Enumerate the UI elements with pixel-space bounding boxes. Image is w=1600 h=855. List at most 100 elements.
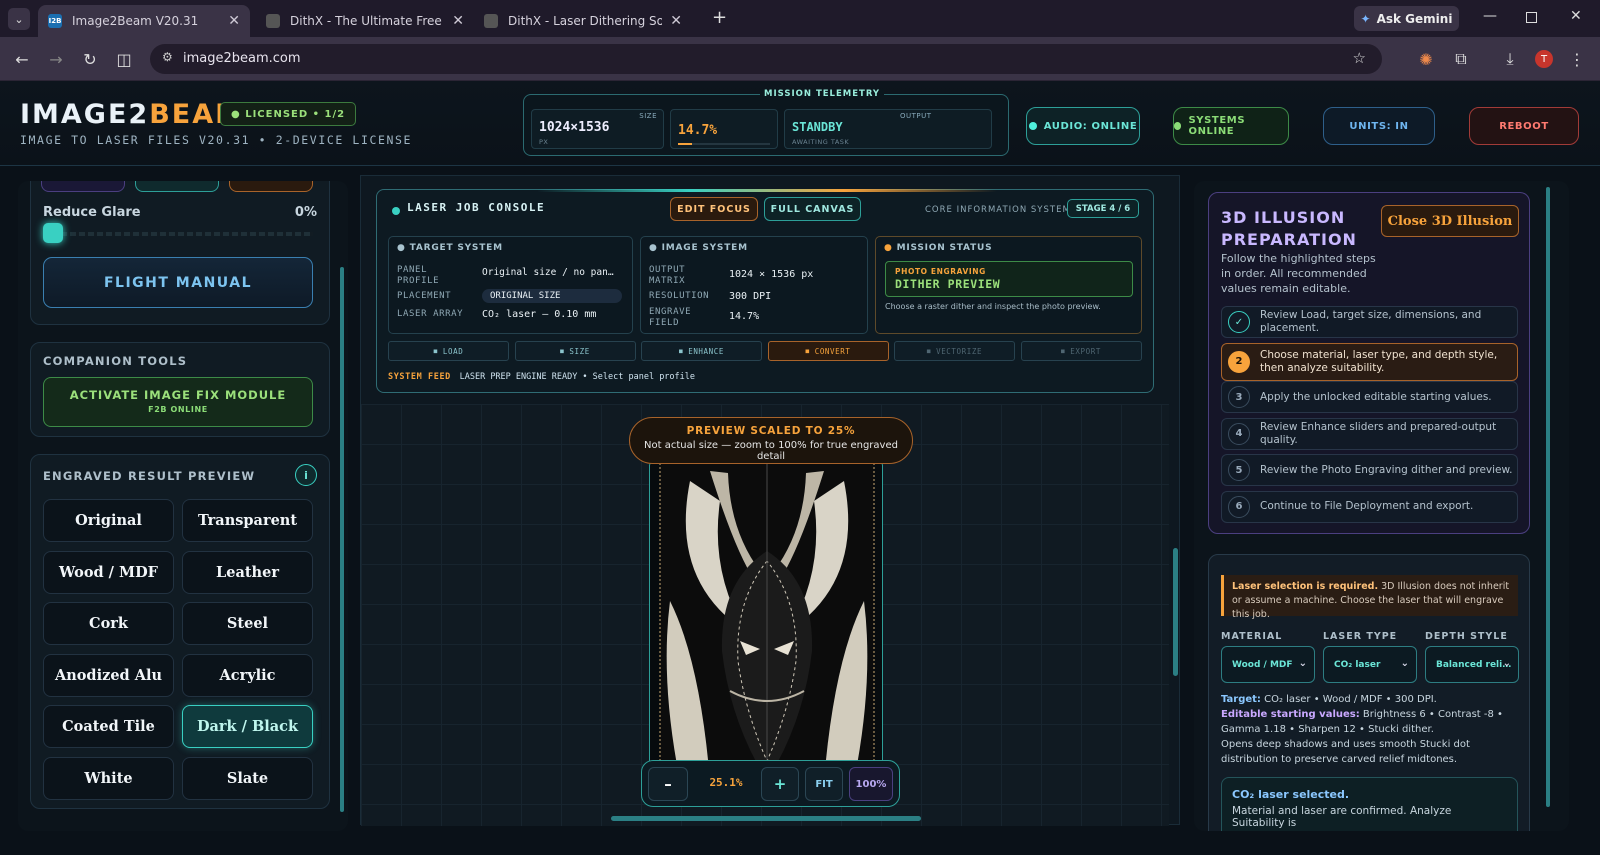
- step-text: Continue to File Deployment and export.: [1260, 500, 1474, 512]
- site-info-icon[interactable]: ⚙: [162, 50, 173, 64]
- material-option-transparent[interactable]: Transparent: [182, 499, 313, 542]
- download-icon[interactable]: ⤓: [1498, 47, 1522, 71]
- stage-vectorize[interactable]: ■ VECTORIZE: [894, 341, 1015, 361]
- extensions-puzzle-icon[interactable]: ⧉: [1449, 47, 1473, 71]
- editable-label: Editable starting values:: [1221, 709, 1360, 720]
- depth-style-select[interactable]: Balanced reli… ⌄: [1425, 646, 1519, 683]
- engraved-preview-title: ENGRAVED RESULT PREVIEW: [43, 469, 256, 483]
- feed-label: SYSTEM FEED: [388, 372, 451, 382]
- laser-type-select[interactable]: CO₂ laser ⌄: [1323, 646, 1417, 683]
- info-icon[interactable]: i: [295, 464, 317, 486]
- material-option-acrylic[interactable]: Acrylic: [182, 653, 313, 697]
- stage-export[interactable]: ■ EXPORT: [1020, 341, 1142, 361]
- material-option-anodized-alu[interactable]: Anodized Alu: [43, 653, 174, 697]
- image2beam-favicon-icon: I2B: [48, 14, 62, 28]
- tab-search-button[interactable]: ⌄: [8, 8, 30, 30]
- material-option-original[interactable]: Original: [43, 499, 174, 542]
- maximize-window-icon[interactable]: [1526, 12, 1537, 23]
- edit-focus-button[interactable]: EDIT FOCUS: [670, 197, 758, 221]
- menu-kebab-icon[interactable]: ⋮: [1565, 47, 1589, 71]
- mission-main: DITHER PREVIEW: [895, 277, 1001, 291]
- illusion-step-6[interactable]: 6 Continue to File Deployment and export.: [1221, 490, 1518, 523]
- material-option-slate[interactable]: Slate: [182, 756, 313, 800]
- co2-title: CO₂ laser selected.: [1232, 788, 1350, 801]
- material-option-cork[interactable]: Cork: [43, 602, 174, 645]
- stage-load[interactable]: ■ LOAD: [388, 341, 509, 361]
- preview-scaled-banner: PREVIEW SCALED TO 25% Not actual size — …: [629, 417, 913, 464]
- laser-selection-panel: Laser selection is required. 3D Illusion…: [1208, 554, 1530, 831]
- tool-tab-2[interactable]: [135, 181, 219, 192]
- extension-sun-icon[interactable]: ✺: [1414, 47, 1438, 71]
- material-option-coated-tile[interactable]: Coated Tile: [43, 705, 174, 748]
- audio-status-button[interactable]: AUDIO: ONLINE: [1026, 107, 1140, 145]
- laser-array-value: CO₂ laser — 0.10 mm: [482, 309, 597, 320]
- illusion-step-5[interactable]: 5 Review the Photo Engraving dither and p…: [1221, 454, 1518, 486]
- split-view-icon[interactable]: ◫: [112, 47, 136, 71]
- canvas-horizontal-scrollbar[interactable]: [611, 816, 921, 821]
- reduce-glare-thumb[interactable]: [43, 223, 63, 243]
- material-option-dark-black[interactable]: Dark / Black: [182, 705, 313, 748]
- material-option-steel[interactable]: Steel: [182, 602, 313, 645]
- minimize-window-icon[interactable]: —: [1483, 8, 1497, 24]
- scaled-title: PREVIEW SCALED TO 25%: [686, 425, 856, 437]
- illusion-step-4[interactable]: 4 Review Enhance sliders and prepared-out…: [1221, 417, 1518, 450]
- back-icon[interactable]: ←: [10, 47, 34, 71]
- ask-gemini-button[interactable]: ✦ Ask Gemini: [1354, 6, 1459, 31]
- tab-image2beam[interactable]: I2B Image2Beam V20.31 ✕: [38, 5, 250, 37]
- stage-size[interactable]: ■ SIZE: [514, 341, 636, 361]
- address-bar[interactable]: ⚙ image2beam.com ☆: [150, 44, 1382, 74]
- zoom-in-button[interactable]: +: [761, 767, 799, 801]
- material-option-leather[interactable]: Leather: [182, 550, 313, 594]
- material-select[interactable]: Wood / MDF ⌄: [1221, 646, 1315, 683]
- bookmark-star-icon[interactable]: ☆: [1353, 49, 1366, 67]
- stage-enhance[interactable]: ■ ENHANCE: [641, 341, 762, 361]
- illusion-prep-panel: 3D ILLUSION PREPARATION Close 3D Illusio…: [1208, 192, 1530, 534]
- material-option-wood-mdf[interactable]: Wood / MDF: [43, 550, 174, 594]
- tool-tab-1[interactable]: [41, 181, 125, 192]
- tab-title: DithX - The Ultimate Free Laser: [290, 14, 444, 28]
- new-tab-icon[interactable]: +: [712, 7, 727, 28]
- profile-avatar[interactable]: T: [1535, 50, 1553, 68]
- right-scrollbar[interactable]: [1546, 187, 1550, 807]
- illusion-step-1[interactable]: ✓ Review Load, target size, dimensions, a…: [1221, 306, 1518, 338]
- units-button[interactable]: UNITS: IN: [1323, 107, 1435, 145]
- close-tab-icon[interactable]: ✕: [228, 13, 240, 29]
- zoom-out-button[interactable]: –: [648, 767, 688, 801]
- reduce-glare-slider[interactable]: [43, 232, 313, 236]
- material-option-white[interactable]: White: [43, 756, 174, 800]
- reboot-button[interactable]: REBOOT: [1469, 107, 1579, 145]
- step-number: 5: [1228, 459, 1250, 481]
- close-tab-icon[interactable]: ✕: [452, 13, 464, 29]
- stage-label: ENHANCE: [688, 346, 725, 356]
- forward-icon[interactable]: →: [44, 47, 68, 71]
- zoom-100-button[interactable]: 100%: [849, 767, 893, 801]
- tab-dithx-2[interactable]: DithX - Laser Dithering Software ✕: [474, 5, 692, 37]
- feed-text: LASER PREP ENGINE READY • Select panel p…: [459, 372, 696, 382]
- illusion-step-3[interactable]: 3 Apply the unlocked editable starting va…: [1221, 381, 1518, 413]
- close-window-icon[interactable]: ✕: [1570, 8, 1582, 24]
- full-canvas-button[interactable]: FULL CANVAS: [764, 197, 861, 221]
- laser-type-heading: LASER TYPE: [1323, 631, 1398, 642]
- flight-manual-button[interactable]: FLIGHT MANUAL: [43, 257, 313, 308]
- stage-label: EXPORT: [1070, 346, 1101, 356]
- zoom-fit-button[interactable]: FIT: [805, 767, 843, 801]
- stage-convert[interactable]: ■ CONVERT: [767, 341, 889, 361]
- illusion-step-2[interactable]: 2 Choose material, laser type, and depth …: [1221, 342, 1518, 381]
- canvas-vertical-scrollbar[interactable]: [1173, 548, 1178, 676]
- activate-sub: F2B ONLINE: [148, 405, 208, 414]
- left-scrollbar[interactable]: [340, 267, 344, 812]
- reload-icon[interactable]: ↻: [78, 47, 102, 71]
- tab-dithx-1[interactable]: DithX - The Ultimate Free Laser ✕: [256, 5, 474, 37]
- step-text: Review the Photo Engraving dither and pr…: [1260, 463, 1513, 476]
- progress-value: 14.7%: [678, 123, 718, 138]
- telemetry-size: SIZE 1024×1536 PX: [531, 109, 664, 149]
- close-3d-illusion-button[interactable]: Close 3D Illusion: [1381, 205, 1519, 237]
- license-badge: ● LICENSED • 1/2: [220, 102, 357, 126]
- illusion-intro: Follow the highlighted steps in order. A…: [1221, 252, 1376, 295]
- activate-image-fix-button[interactable]: ACTIVATE IMAGE FIX MODULE F2B ONLINE: [43, 377, 313, 427]
- close-tab-icon[interactable]: ✕: [670, 13, 682, 29]
- resolution-key: RESOLUTION: [649, 291, 710, 301]
- systems-status-button[interactable]: SYSTEMS ONLINE: [1173, 107, 1289, 145]
- preview-canvas[interactable]: PREVIEW SCALED TO 25% Not actual size — …: [361, 404, 1178, 826]
- tool-tab-3[interactable]: [229, 181, 313, 192]
